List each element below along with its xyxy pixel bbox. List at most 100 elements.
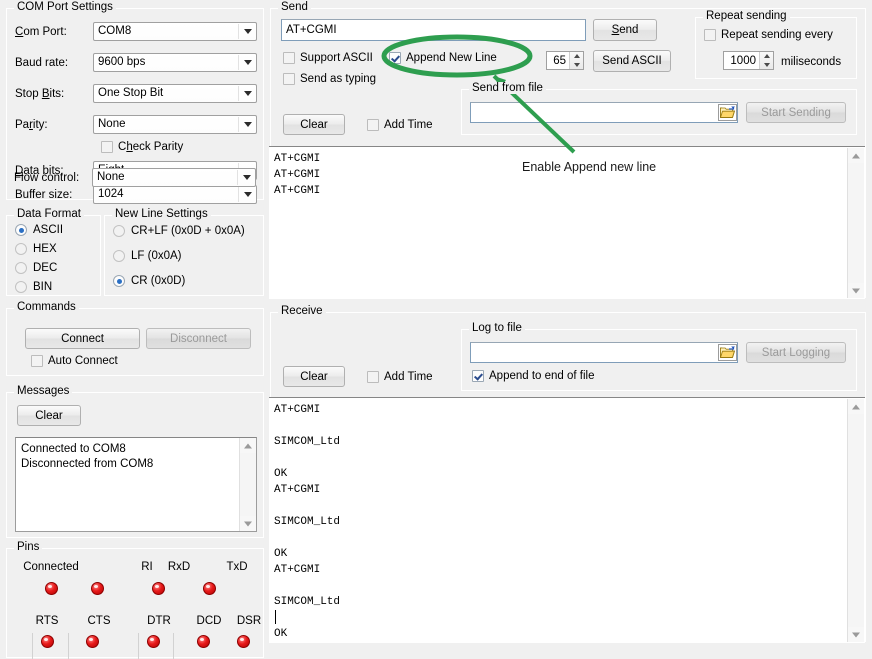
combo-flow-control-value: None <box>97 171 125 183</box>
combo-baud-rate[interactable]: 9600 bps <box>93 53 257 72</box>
receive-group: Receive Clear Add Time Log to file <box>270 312 866 642</box>
disconnect-button-label: Disconnect <box>170 333 227 345</box>
combo-buffer-size[interactable]: 1024 <box>93 185 257 204</box>
checkbox-check-parity[interactable]: Check Parity <box>101 141 183 153</box>
send-from-file-browse-button[interactable] <box>718 104 737 121</box>
combo-com-port-value: COM8 <box>98 25 131 37</box>
checkbox-append-to-end-of-file-label: Append to end of file <box>489 370 595 382</box>
log-to-file-path-input[interactable] <box>470 342 738 363</box>
radio-label: CR+LF (0x0D + 0x0A) <box>131 225 245 237</box>
scroll-up-icon[interactable] <box>240 438 256 453</box>
scroll-up-icon[interactable] <box>848 148 864 163</box>
radio-label: ASCII <box>33 224 63 236</box>
radio-newline-lf[interactable]: LF (0x0A) <box>113 250 182 262</box>
annotation-text: Enable Append new line <box>522 160 656 174</box>
ascii-code-spinner[interactable]: 65 <box>546 51 584 70</box>
combo-com-port[interactable]: COM8 <box>93 22 257 41</box>
spinner-buttons[interactable] <box>569 52 583 69</box>
spinner-down-icon[interactable] <box>570 61 583 70</box>
combo-stop-bits[interactable]: One Stop Bit <box>93 84 257 103</box>
send-ascii-label: Send ASCII <box>602 55 661 67</box>
checkbox-send-add-time-label: Add Time <box>384 119 433 131</box>
com-port-settings-title: COM Port Settings <box>14 1 116 13</box>
messages-log[interactable]: Connected to COM8 Disconnected from COM8 <box>15 437 257 532</box>
send-clear-button[interactable]: Clear <box>283 114 345 135</box>
checkbox-append-to-end-of-file[interactable]: Append to end of file <box>472 370 595 382</box>
send-from-file-path-input[interactable] <box>470 102 738 123</box>
data-format-group: Data Format ASCII HEX DEC BIN <box>6 215 101 296</box>
start-sending-label: Start Sending <box>761 107 831 119</box>
checkbox-box <box>389 52 401 64</box>
spinner-up-icon[interactable] <box>760 52 773 61</box>
messages-title: Messages <box>14 385 72 397</box>
send-button[interactable]: Send <box>593 19 657 41</box>
checkbox-box <box>31 355 43 367</box>
scroll-up-icon[interactable] <box>848 399 864 414</box>
scroll-down-icon[interactable] <box>848 283 864 298</box>
pin-divider <box>32 633 33 659</box>
radio-dot <box>113 250 125 262</box>
checkbox-append-new-line[interactable]: Append New Line <box>389 52 497 64</box>
checkbox-receive-add-time[interactable]: Add Time <box>367 371 433 383</box>
combo-flow-control[interactable]: None <box>92 168 256 187</box>
messages-group: Messages Clear Connected to COM8 Disconn… <box>6 392 264 538</box>
repeat-interval-value: 1000 <box>724 55 759 67</box>
checkbox-box <box>367 371 379 383</box>
checkbox-receive-add-time-label: Add Time <box>384 371 433 383</box>
spinner-down-icon[interactable] <box>760 61 773 70</box>
combo-sep <box>238 55 239 70</box>
combo-sep <box>238 187 239 202</box>
receive-log-scrollbar[interactable] <box>847 399 864 642</box>
messages-clear-button[interactable]: Clear <box>17 405 81 426</box>
connect-button[interactable]: Connect <box>25 328 140 349</box>
checkbox-send-as-typing-label: Send as typing <box>300 73 376 85</box>
radio-label: DEC <box>33 262 57 274</box>
send-log-scrollbar[interactable] <box>847 148 864 298</box>
receive-log[interactable]: AT+CGMI SIMCOM_Ltd OK AT+CGMI SIMCOM_Ltd… <box>269 397 865 643</box>
checkbox-auto-connect[interactable]: Auto Connect <box>31 355 118 367</box>
send-clear-label: Clear <box>300 119 327 131</box>
log-to-file-browse-button[interactable] <box>718 344 737 361</box>
radio-data-format-bin[interactable]: BIN <box>15 281 52 293</box>
chevron-down-icon <box>243 175 251 180</box>
messages-scrollbar[interactable] <box>239 438 256 531</box>
scroll-down-icon[interactable] <box>240 516 256 531</box>
radio-label: BIN <box>33 281 52 293</box>
spinner-buttons[interactable] <box>759 52 773 69</box>
radio-dot <box>15 243 27 255</box>
radio-label: CR (0x0D) <box>131 275 185 287</box>
chevron-down-icon <box>244 122 252 127</box>
radio-data-format-dec[interactable]: DEC <box>15 262 57 274</box>
combo-sep <box>238 24 239 39</box>
checkbox-repeat-sending[interactable]: Repeat sending every <box>704 29 833 41</box>
messages-clear-label: Clear <box>35 410 62 422</box>
checkbox-send-as-typing[interactable]: Send as typing <box>283 73 376 85</box>
combo-parity[interactable]: None <box>93 115 257 134</box>
disconnect-button[interactable]: Disconnect <box>146 328 251 349</box>
checkbox-support-ascii[interactable]: Support ASCII <box>283 52 373 64</box>
start-sending-button[interactable]: Start Sending <box>746 102 846 123</box>
send-from-file-title: Send from file <box>469 82 546 94</box>
scroll-down-icon[interactable] <box>848 627 864 642</box>
receive-clear-button[interactable]: Clear <box>283 366 345 387</box>
send-command-input[interactable]: AT+CGMI <box>281 19 586 41</box>
radio-data-format-ascii[interactable]: ASCII <box>15 224 63 236</box>
repeat-interval-spinner[interactable]: 1000 <box>723 51 774 70</box>
pin-led-ri <box>91 582 104 595</box>
radio-label: LF (0x0A) <box>131 250 182 262</box>
radio-dot <box>113 275 125 287</box>
folder-open-icon <box>719 105 736 120</box>
start-logging-button[interactable]: Start Logging <box>746 342 846 363</box>
checkbox-send-add-time[interactable]: Add Time <box>367 119 433 131</box>
radio-data-format-hex[interactable]: HEX <box>15 243 57 255</box>
spinner-up-icon[interactable] <box>570 52 583 61</box>
label-buffer-size: Buffer size: <box>15 188 72 202</box>
checkbox-box <box>472 370 484 382</box>
pins-group: Pins Connected RI RxD TxD RTS CTS DTR DC… <box>6 548 264 658</box>
label-baud-rate: Baud rate: <box>15 56 68 70</box>
radio-newline-cr[interactable]: CR (0x0D) <box>113 275 185 287</box>
radio-dot <box>15 262 27 274</box>
radio-newline-crlf[interactable]: CR+LF (0x0D + 0x0A) <box>113 225 245 237</box>
send-ascii-button[interactable]: Send ASCII <box>593 50 671 72</box>
pin-divider <box>68 633 69 659</box>
